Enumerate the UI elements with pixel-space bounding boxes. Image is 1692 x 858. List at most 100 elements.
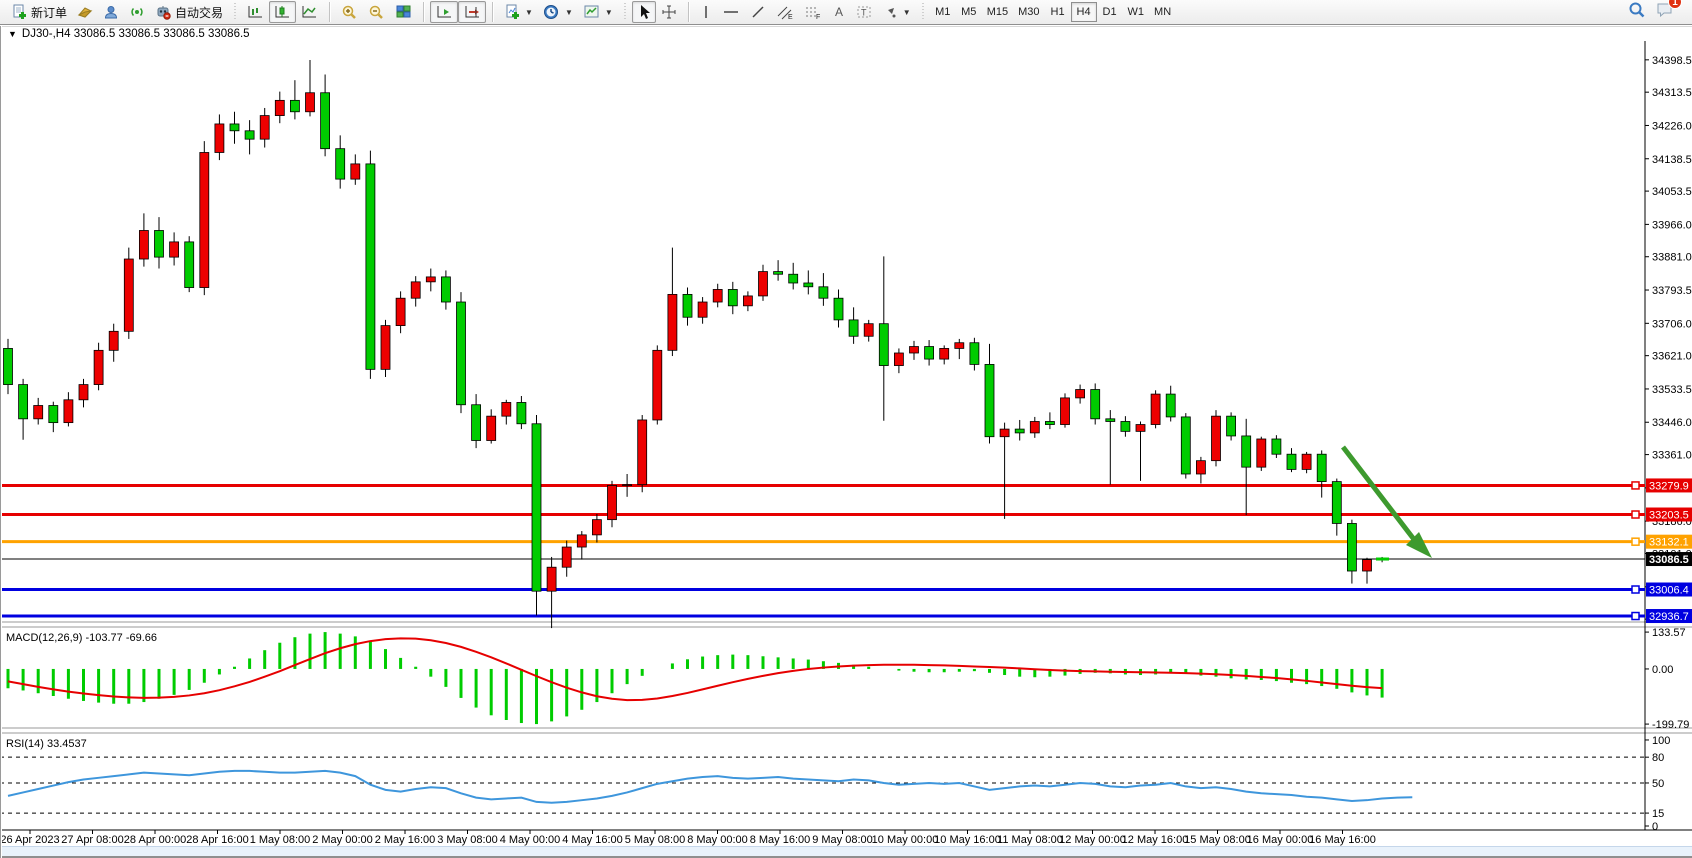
signals-icon [129,4,145,20]
hline-handle[interactable] [1632,586,1639,593]
shapes-button[interactable]: ▼ [877,1,916,23]
macd-label: MACD(12,26,9) -103.77 -69.66 [6,632,157,644]
trendline-button[interactable] [745,1,771,23]
notifications-button[interactable]: 1 [1656,1,1674,23]
toolbar-separator [423,2,424,22]
svg-text:33621.0: 33621.0 [1652,351,1692,363]
tile-windows-icon [395,4,412,20]
tile-windows-button[interactable] [390,1,417,23]
bar-chart-button[interactable] [242,1,269,23]
svg-text:12 May 00:00: 12 May 00:00 [1059,834,1126,846]
toolbar-separator [329,2,330,22]
candlestick-chart-button[interactable] [269,1,296,23]
chart-area[interactable]: 34398.534313.534226.034138.534053.533966… [0,0,1692,858]
timeframe-mn-button[interactable]: MN [1149,2,1176,22]
toolbar-group-trade: 新订单 自动交易 [4,0,230,25]
svg-text:33279.9: 33279.9 [1649,480,1689,492]
svg-text:5 May 08:00: 5 May 08:00 [625,834,686,846]
indicators-button[interactable]: ▼ [499,1,538,23]
svg-text:28 Apr 16:00: 28 Apr 16:00 [186,834,248,846]
toolbar-group-objects: E F A T ▼ [693,0,918,25]
zoom-out-button[interactable] [363,1,390,23]
price-label-33279.9: 33279.9 [1646,478,1692,492]
svg-text:11 May 08:00: 11 May 08:00 [997,834,1063,846]
templates-button[interactable]: ▼ [578,1,618,23]
svg-text:15 May 08:00: 15 May 08:00 [1184,834,1251,846]
rsi-label: RSI(14) 33.4537 [6,738,87,750]
svg-text:4 May 16:00: 4 May 16:00 [562,834,623,846]
toolbar-group-timeframes: M1 M5 M15 M30 H1 H4 D1 W1 MN [928,0,1178,25]
text-button[interactable]: A [827,1,851,23]
hline-handle[interactable] [1632,511,1639,518]
autotrading-robot-icon [155,4,171,20]
templates-icon [583,4,600,20]
metaeditor-button[interactable] [72,1,98,23]
main-toolbar: 新订单 自动交易 [0,0,1692,25]
timeframe-m15-button[interactable]: M15 [982,2,1013,22]
cursor-icon [637,4,651,20]
channel-icon: E [776,4,794,20]
fibonacci-button[interactable]: F [799,1,827,23]
new-order-button[interactable]: 新订单 [6,1,72,23]
community-button[interactable] [98,1,124,23]
timeframe-h1-button[interactable]: H1 [1045,2,1071,22]
crosshair-button[interactable] [656,1,682,23]
vertical-line-button[interactable] [695,1,717,23]
search-icon[interactable] [1628,1,1646,24]
new-order-icon [11,4,27,20]
svg-text:26 Apr 2023: 26 Apr 2023 [0,834,59,846]
text-label-icon: T [856,4,872,20]
svg-text:33533.5: 33533.5 [1652,384,1692,396]
svg-text:33086.5: 33086.5 [1649,554,1689,566]
price-label-33006.4: 33006.4 [1646,583,1692,597]
chevron-down-icon: ▼ [525,8,533,17]
price-label-33132.1: 33132.1 [1646,535,1692,549]
chart-shift-button[interactable] [458,1,486,23]
horizontal-line-button[interactable] [717,1,745,23]
periods-button[interactable]: ▼ [538,1,578,23]
toolbar-group-scroll [428,0,488,25]
bar-chart-icon [247,4,264,20]
hline-handle[interactable] [1632,482,1639,489]
channel-button[interactable]: E [771,1,799,23]
line-chart-button[interactable] [296,1,323,23]
autotrading-button[interactable]: 自动交易 [150,1,228,23]
timeframe-w1-button[interactable]: W1 [1123,2,1150,22]
hline-handle[interactable] [1632,538,1639,545]
chart-dropdown-icon[interactable]: ▼ [8,29,17,39]
timeframe-m5-button[interactable]: M5 [956,2,982,22]
toolbar-grip [623,3,627,21]
timeframe-m30-button[interactable]: M30 [1013,2,1044,22]
auto-scroll-button[interactable] [430,1,458,23]
line-chart-icon [301,4,318,20]
price-label-32936.7: 32936.7 [1646,609,1692,623]
autotrading-label: 自动交易 [175,4,223,21]
svg-text:33446.0: 33446.0 [1652,417,1692,429]
svg-text:2 May 16:00: 2 May 16:00 [375,834,436,846]
cursor-button[interactable] [632,1,656,23]
hline-handle[interactable] [1632,613,1639,620]
chart-shift-icon [463,4,481,20]
price-label-33203.5: 33203.5 [1646,508,1692,522]
svg-text:9 May 08:00: 9 May 08:00 [812,834,873,846]
zoom-out-icon [368,4,385,21]
text-label-button[interactable]: T [851,1,877,23]
horizontal-line-icon [722,4,740,20]
timeframe-m1-button[interactable]: M1 [930,2,956,22]
trading-chart-svg[interactable]: 34398.534313.534226.034138.534053.533966… [0,0,1692,858]
svg-text:34313.5: 34313.5 [1652,87,1692,99]
svg-text:33361.0: 33361.0 [1652,450,1692,462]
svg-text:33006.4: 33006.4 [1649,585,1689,597]
toolbar-separator [688,2,689,22]
zoom-in-button[interactable] [336,1,363,23]
toolbar-group-cursor [630,0,684,25]
timeframe-d1-button[interactable]: D1 [1097,2,1123,22]
signals-button[interactable] [124,1,150,23]
svg-text:100: 100 [1652,735,1670,747]
toolbar-group-chart-type [240,0,325,25]
community-icon [103,4,119,20]
timeframe-h4-button[interactable]: H4 [1071,2,1097,22]
zoom-in-icon [341,4,358,21]
chart-title-bar[interactable]: ▼ DJ30-,H4 33086.5 33086.5 33086.5 33086… [0,26,1692,41]
svg-text:34226.0: 34226.0 [1652,120,1692,132]
